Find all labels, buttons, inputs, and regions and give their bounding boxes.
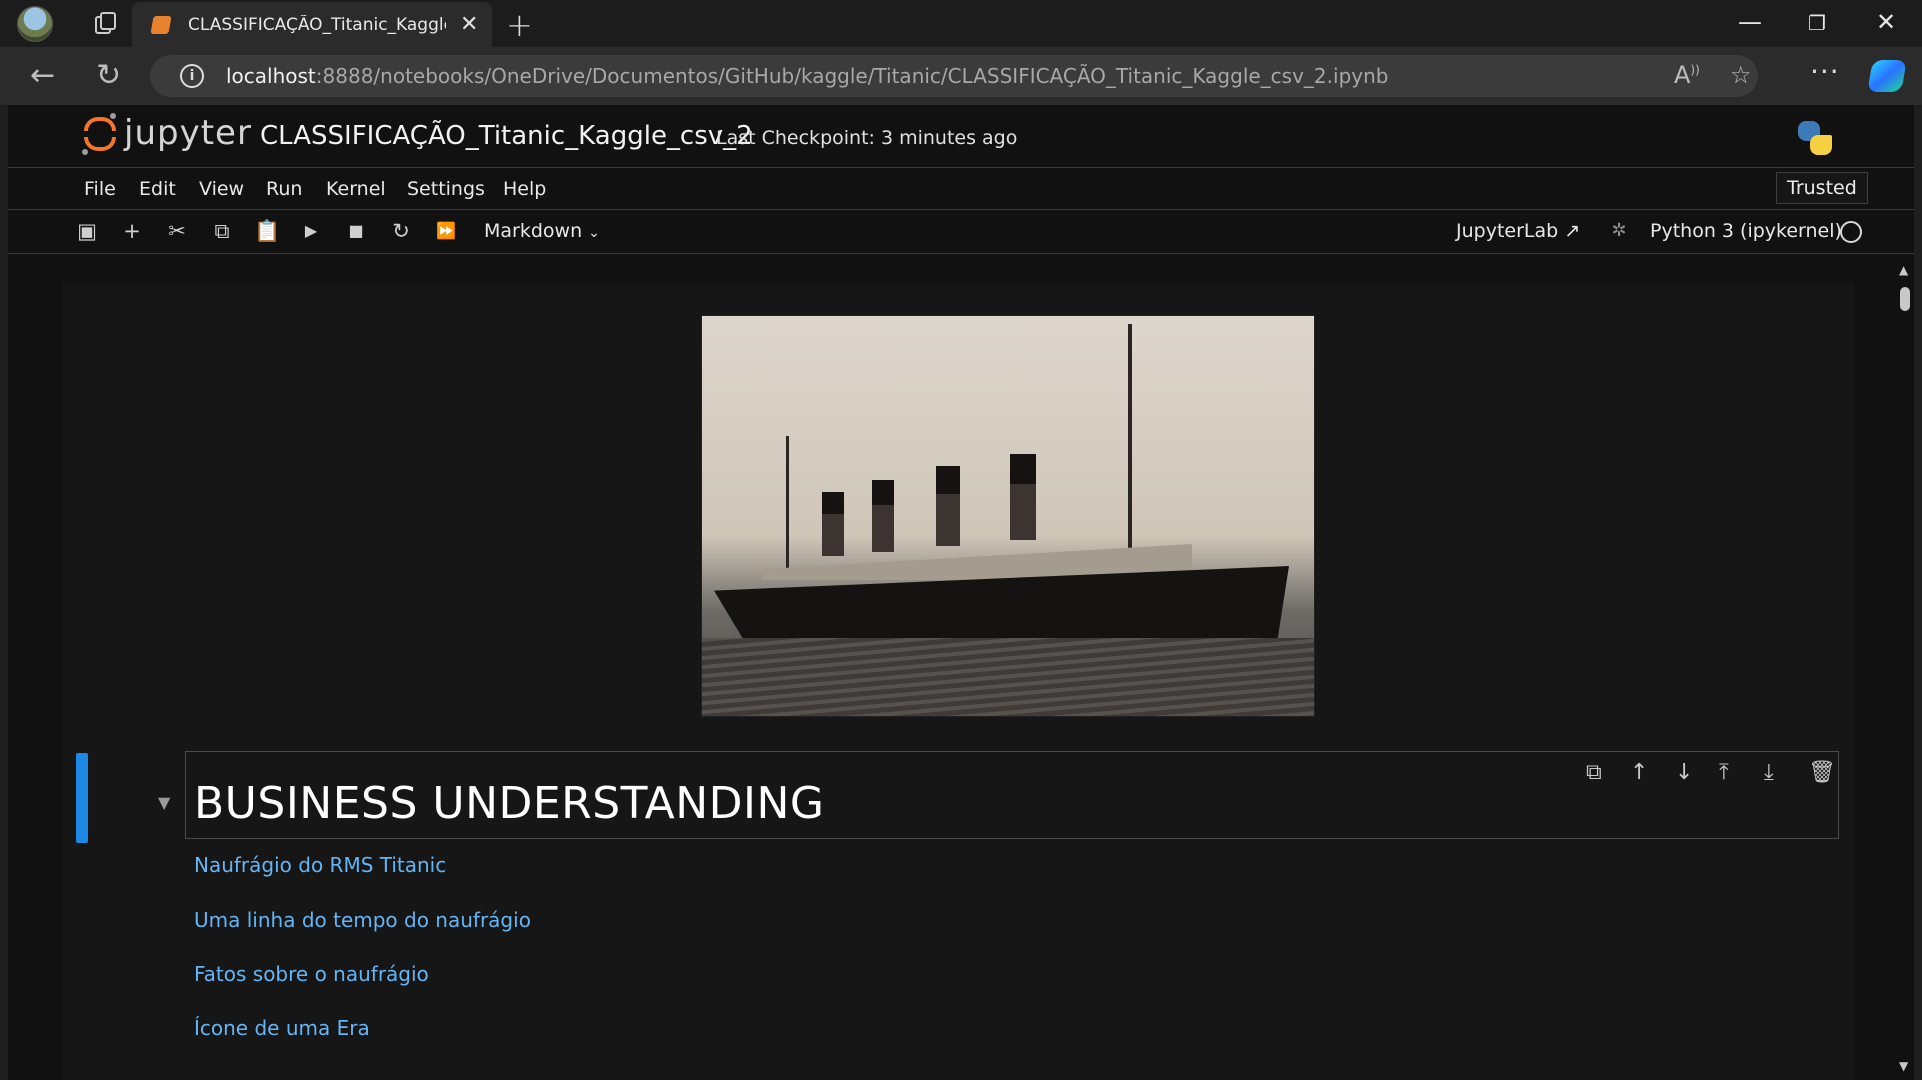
menu-file[interactable]: File (84, 178, 116, 200)
stop-icon[interactable]: ■ (343, 218, 369, 244)
copilot-icon[interactable] (1867, 60, 1907, 92)
link-linha-do-tempo[interactable]: Uma linha do tempo do naufrágio (194, 908, 531, 932)
tab-title: CLASSIFICAÇÃO_Titanic_Kaggle_ (188, 14, 446, 35)
menu-bar: File Edit View Run Kernel Settings Help … (8, 168, 1914, 210)
reload-icon[interactable]: ↻ (96, 58, 121, 93)
titanic-ship-image (701, 315, 1315, 717)
insert-above-icon[interactable]: ⤒ (1719, 760, 1729, 785)
address-bar[interactable]: i localhost:8888/notebooks/OneDrive/Docu… (150, 55, 1758, 97)
profile-avatar[interactable] (17, 5, 53, 42)
move-up-icon[interactable]: ↑ (1630, 760, 1648, 785)
menu-help[interactable]: Help (503, 178, 546, 200)
cut-icon[interactable]: ✂ (164, 218, 190, 244)
vertical-scrollbar[interactable]: ▲ ▼ (1896, 257, 1914, 1080)
minimize-icon[interactable]: — (1738, 8, 1762, 36)
menu-edit[interactable]: Edit (139, 178, 176, 200)
last-checkpoint: Last Checkpoint: 3 minutes ago (716, 127, 1018, 149)
back-arrow-icon[interactable]: ← (30, 58, 55, 93)
trusted-indicator[interactable]: Trusted (1776, 172, 1868, 204)
python-logo-icon (1796, 119, 1834, 157)
browser-tab-active[interactable]: CLASSIFICAÇÃO_Titanic_Kaggle_ ✕ (132, 2, 492, 47)
scroll-up-icon[interactable]: ▲ (1899, 263, 1908, 277)
site-info-icon[interactable]: i (180, 64, 204, 88)
url-text: localhost:8888/notebooks/OneDrive/Docume… (226, 64, 1389, 88)
notebook-favicon-icon (150, 15, 172, 34)
menu-kernel[interactable]: Kernel (326, 178, 386, 200)
run-all-icon[interactable]: ⏩ (433, 218, 459, 244)
section-heading: BUSINESS UNDERSTANDING (194, 778, 825, 829)
debugger-bug-icon[interactable]: ✲ (1606, 218, 1632, 244)
jupyter-logo-icon[interactable] (80, 113, 120, 155)
address-toolbar: ← ↻ i localhost:8888/notebooks/OneDrive/… (0, 47, 1922, 105)
notebook-title[interactable]: CLASSIFICAÇÃO_Titanic_Kaggle_csv_2 (260, 121, 753, 151)
notebook-toolbar: ▣ + ✂ ⧉ 📋 ▶ ■ ↻ ⏩ Markdown ⌄ JupyterLab … (8, 210, 1914, 254)
scroll-down-icon[interactable]: ▼ (1899, 1059, 1908, 1073)
chevron-down-icon: ⌄ (588, 225, 600, 241)
duplicate-cell-icon[interactable]: ⧉ (1586, 760, 1602, 785)
insert-cell-icon[interactable]: + (119, 218, 145, 244)
more-options-icon[interactable]: ··· (1810, 55, 1840, 88)
run-icon[interactable]: ▶ (298, 218, 324, 244)
markdown-cell-heading[interactable]: BUSINESS UNDERSTANDING ⧉ ↑ ↓ ⤒ ⤓ 🗑 (185, 751, 1839, 839)
menu-run[interactable]: Run (266, 178, 302, 200)
restore-icon[interactable]: ❐ (1808, 11, 1826, 35)
link-fatos[interactable]: Fatos sobre o naufrágio (194, 962, 429, 986)
insert-below-icon[interactable]: ⤓ (1764, 760, 1774, 785)
save-icon[interactable]: ▣ (74, 218, 100, 244)
read-aloud-icon[interactable]: A)) (1674, 61, 1700, 89)
browser-tab-strip: CLASSIFICAÇÃO_Titanic_Kaggle_ ✕ + — ❐ ✕ (0, 0, 1922, 47)
favorite-star-icon[interactable]: ☆ (1730, 61, 1752, 89)
kernel-status-icon (1840, 221, 1862, 243)
window-close-icon[interactable]: ✕ (1876, 8, 1896, 36)
notebook-panel: ▼ BUSINESS UNDERSTANDING ⧉ ↑ ↓ ⤒ ⤓ 🗑 Nau… (62, 283, 1854, 1080)
new-tab-button[interactable]: + (506, 6, 533, 44)
jupyterlab-link[interactable]: JupyterLab ↗ (1456, 220, 1580, 242)
link-icone-era[interactable]: Ícone de uma Era (194, 1016, 370, 1040)
delete-cell-icon[interactable]: 🗑 (1808, 760, 1836, 785)
paste-icon[interactable]: 📋 (254, 218, 280, 244)
copy-icon[interactable]: ⧉ (209, 218, 235, 244)
menu-view[interactable]: View (199, 178, 244, 200)
restart-icon[interactable]: ↻ (388, 218, 414, 244)
cell-type-select[interactable]: Markdown ⌄ (484, 220, 600, 242)
jupyter-header: jupyter CLASSIFICAÇÃO_Titanic_Kaggle_csv… (8, 105, 1914, 168)
jupyter-wordmark[interactable]: jupyter (124, 113, 252, 153)
external-link-icon: ↗ (1564, 220, 1581, 242)
tab-close-icon[interactable]: ✕ (460, 12, 478, 37)
jupyter-notebook: jupyter CLASSIFICAÇÃO_Titanic_Kaggle_csv… (8, 105, 1914, 1080)
collapse-heading-icon[interactable]: ▼ (158, 793, 170, 812)
kernel-name[interactable]: Python 3 (ipykernel) (1650, 220, 1842, 242)
workspaces-icon[interactable] (93, 10, 121, 38)
link-naufragio[interactable]: Naufrágio do RMS Titanic (194, 853, 446, 877)
menu-settings[interactable]: Settings (407, 178, 485, 200)
move-down-icon[interactable]: ↓ (1675, 760, 1693, 785)
active-cell-indicator (76, 753, 88, 843)
scroll-thumb[interactable] (1900, 287, 1910, 311)
